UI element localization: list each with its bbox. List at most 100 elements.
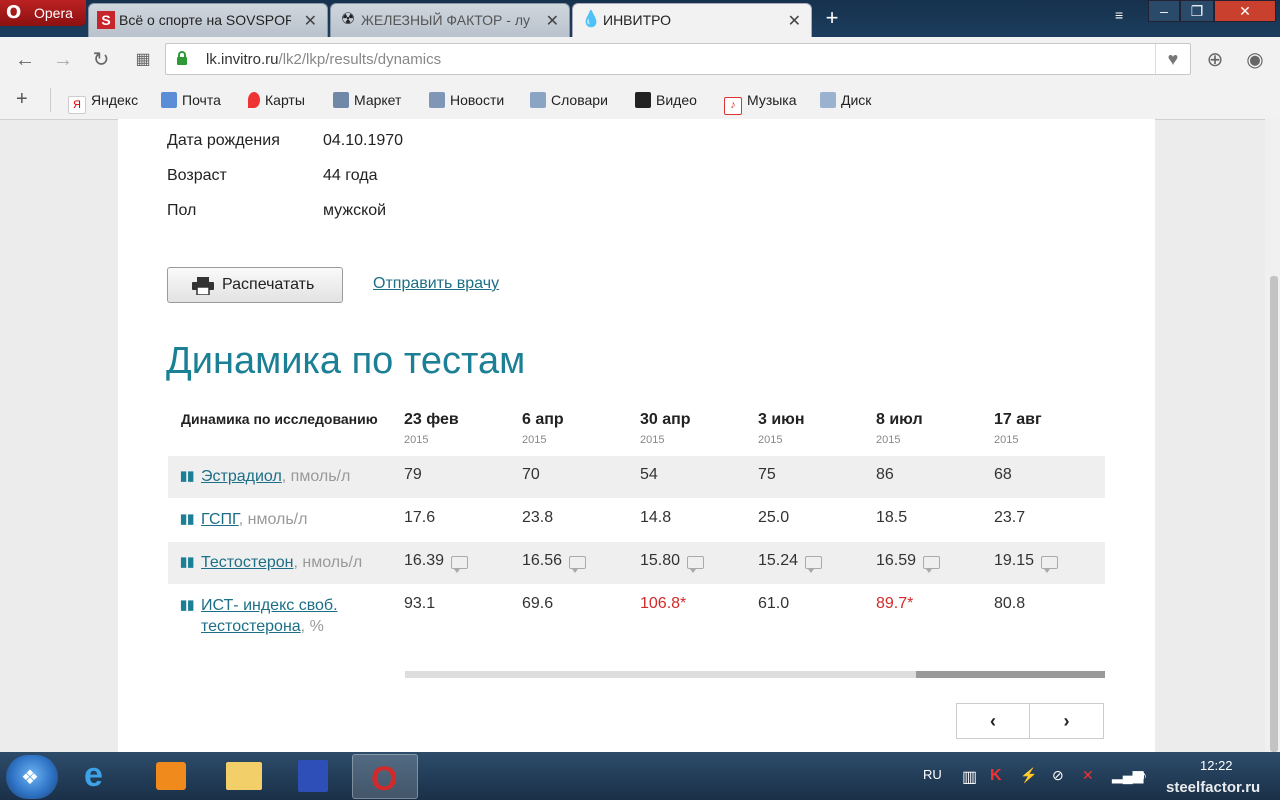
send-to-doctor-link[interactable]: Отправить врачу bbox=[373, 275, 499, 293]
bookmark-novosti[interactable]: Новости bbox=[429, 92, 504, 108]
new-tab-icon[interactable]: + bbox=[820, 6, 844, 30]
clock[interactable]: 12:22 bbox=[1200, 758, 1233, 773]
value-cell: 68 bbox=[994, 466, 1012, 483]
bookmark-heart-icon[interactable]: ♥ bbox=[1155, 44, 1190, 74]
minimize-icon[interactable]: – bbox=[1148, 0, 1180, 22]
close-tab-icon[interactable]: ✕ bbox=[304, 11, 317, 31]
value-cell: 16.39 bbox=[404, 552, 469, 573]
market-icon bbox=[333, 92, 349, 108]
account-icon[interactable]: ◉ bbox=[1244, 49, 1266, 71]
news-icon bbox=[429, 92, 445, 108]
bar-chart-icon[interactable]: ▮▮ bbox=[180, 554, 194, 570]
bookmark-disk[interactable]: Диск bbox=[820, 92, 871, 108]
add-bookmark-icon[interactable]: + bbox=[16, 88, 28, 111]
year-header: 2015 bbox=[876, 434, 901, 446]
download-icon[interactable]: ⊕ bbox=[1204, 49, 1226, 71]
tab-label: ИНВИТРО bbox=[603, 12, 672, 28]
opera-menu-button[interactable]: O Opera bbox=[0, 0, 86, 26]
shbg-link[interactable]: ГСПГ bbox=[201, 511, 239, 528]
comment-icon[interactable] bbox=[923, 556, 941, 573]
tab-zheleznyi-faktor[interactable]: ☢ ЖЕЛЕЗНЫЙ ФАКТОР - лу ✕ bbox=[330, 3, 570, 37]
bar-chart-icon[interactable]: ▮▮ bbox=[180, 597, 194, 613]
bookmark-karty[interactable]: Карты bbox=[248, 92, 305, 108]
bar-chart-icon[interactable]: ▮▮ bbox=[180, 511, 194, 527]
bookmarks-divider bbox=[50, 88, 51, 112]
bookmark-video[interactable]: Видео bbox=[635, 92, 697, 108]
tray-signal-icon[interactable]: ▂▄▆ bbox=[1112, 767, 1143, 784]
tab-menu-icon[interactable]: ≡ bbox=[1115, 8, 1133, 22]
printer-icon bbox=[192, 277, 214, 295]
table-row-estradiol: ▮▮ Эстрадиол, пмоль/л bbox=[168, 456, 1105, 498]
comment-icon[interactable] bbox=[805, 556, 823, 573]
tray-mute-icon[interactable]: ⊘ bbox=[1052, 767, 1064, 784]
taskbar-media-player[interactable] bbox=[140, 754, 206, 799]
taskbar-ie[interactable]: e bbox=[70, 754, 136, 799]
next-page-button[interactable]: › bbox=[1030, 703, 1104, 739]
url-path: /lk2/lkp/results/dynamics bbox=[278, 51, 442, 68]
tab-label: ЖЕЛЕЗНЫЙ ФАКТОР - лу bbox=[361, 12, 530, 28]
estradiol-link[interactable]: Эстрадиол bbox=[201, 468, 282, 485]
table-row-testosterone: ▮▮ Тестостерон, нмоль/л bbox=[168, 542, 1105, 584]
table-corner-header: Динамика по исследованию bbox=[181, 411, 378, 427]
speed-dial-grid-icon[interactable]: ▦ bbox=[132, 49, 154, 71]
media-player-icon bbox=[156, 762, 186, 790]
mail-icon bbox=[161, 92, 177, 108]
taskbar-save-app[interactable] bbox=[282, 754, 348, 799]
zf-favicon-icon: ☢ bbox=[340, 11, 356, 28]
table-horizontal-scrollbar[interactable] bbox=[405, 671, 1105, 678]
comment-icon[interactable] bbox=[569, 556, 587, 573]
reload-icon[interactable]: ↻ bbox=[90, 49, 112, 71]
taskbar-opera[interactable]: O bbox=[352, 754, 418, 799]
language-indicator[interactable]: RU bbox=[923, 767, 942, 782]
close-tab-icon[interactable]: ✕ bbox=[546, 11, 559, 31]
fai-link-line1[interactable]: ИСТ- индекс своб. bbox=[201, 597, 338, 614]
bar-chart-icon[interactable]: ▮▮ bbox=[180, 468, 194, 484]
sex-label: Пол bbox=[167, 202, 197, 219]
testosterone-link[interactable]: Тестостерон bbox=[201, 554, 294, 571]
close-tab-icon[interactable]: ✕ bbox=[788, 11, 801, 31]
value-cell: 19.15 bbox=[994, 552, 1059, 573]
vertical-scroll-thumb[interactable] bbox=[1270, 276, 1278, 752]
lock-icon bbox=[177, 51, 187, 65]
bookmark-slovari[interactable]: Словари bbox=[530, 92, 608, 108]
back-arrow-icon[interactable]: ← bbox=[14, 49, 36, 71]
tab-label: Всё о спорте на SOVSPOR bbox=[119, 12, 291, 28]
forward-arrow-icon[interactable]: → bbox=[52, 49, 74, 71]
year-header: 2015 bbox=[522, 434, 547, 446]
print-button[interactable]: Распечатать bbox=[167, 267, 343, 303]
comment-icon[interactable] bbox=[687, 556, 705, 573]
fai-link-line2[interactable]: тестостерона bbox=[201, 618, 301, 635]
windows-logo-icon: ❖ bbox=[21, 767, 39, 789]
bookmark-pochta[interactable]: Почта bbox=[161, 92, 221, 108]
table-scroll-thumb[interactable] bbox=[916, 671, 1105, 678]
age-label: Возраст bbox=[167, 167, 227, 184]
print-button-label: Распечатать bbox=[222, 276, 315, 293]
prev-page-button[interactable]: ‹ bbox=[956, 703, 1030, 739]
watermark: steelfactor.ru bbox=[1166, 779, 1261, 796]
tab-invitro[interactable]: 💧 ИНВИТРО ✕ bbox=[572, 3, 812, 37]
maximize-icon[interactable]: ❐ bbox=[1180, 0, 1214, 22]
tray-clipboard-icon[interactable]: ▥ bbox=[962, 767, 977, 787]
taskbar-explorer[interactable] bbox=[212, 754, 278, 799]
start-button[interactable]: ❖ bbox=[6, 755, 58, 799]
tray-network-icon[interactable]: ⚡ bbox=[1020, 767, 1037, 784]
year-header: 2015 bbox=[640, 434, 665, 446]
value-cell: 61.0 bbox=[758, 595, 790, 612]
value-cell: 16.59 bbox=[876, 552, 941, 573]
table-row-shbg: ▮▮ ГСПГ, нмоль/л bbox=[168, 499, 1105, 541]
tray-volume-icon[interactable]: ♪ bbox=[1140, 767, 1147, 783]
tray-x-icon[interactable]: ✕ bbox=[1082, 767, 1094, 784]
tray-kaspersky-icon[interactable]: K bbox=[990, 767, 1002, 785]
bookmark-muzyka[interactable]: ♪ Музыка bbox=[724, 92, 797, 115]
address-field[interactable]: lk.invitro.ru/lk2/lkp/results/dynamics ♥ bbox=[165, 43, 1191, 75]
bookmark-yandex[interactable]: Я Яндекс bbox=[68, 92, 138, 114]
close-window-icon[interactable]: ✕ bbox=[1214, 0, 1276, 22]
tab-sovsport[interactable]: S Всё о спорте на SOVSPOR ✕ bbox=[88, 3, 328, 37]
value-cell: 86 bbox=[876, 466, 894, 483]
comment-icon[interactable] bbox=[1041, 556, 1059, 573]
bookmark-market[interactable]: Маркет bbox=[333, 92, 401, 108]
opera-logo-icon: O bbox=[6, 2, 22, 23]
opera-menu-label: Opera bbox=[34, 5, 73, 21]
value-cell: 75 bbox=[758, 466, 776, 483]
comment-icon[interactable] bbox=[451, 556, 469, 573]
